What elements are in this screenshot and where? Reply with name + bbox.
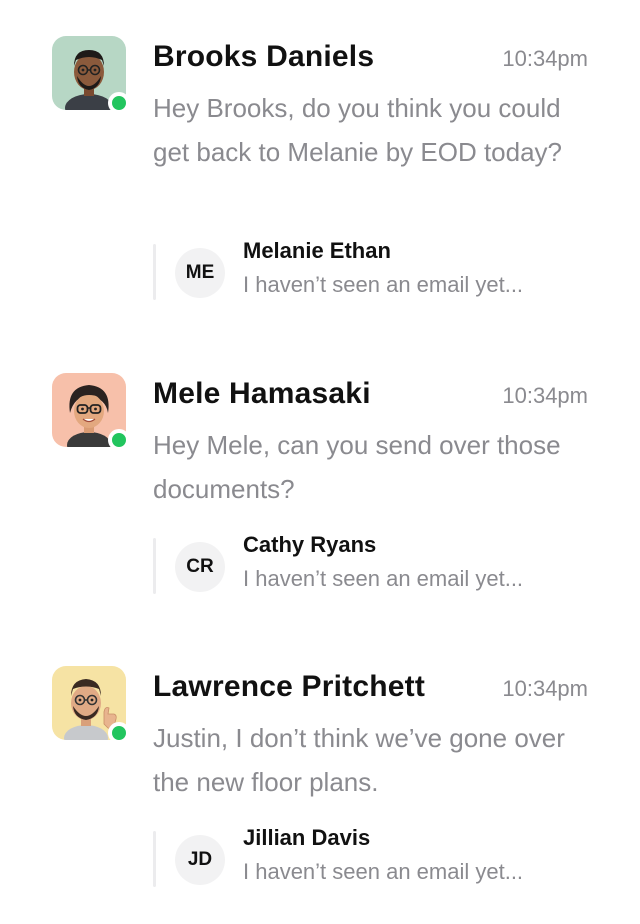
online-status-indicator bbox=[108, 722, 130, 744]
timestamp: 10:34pm bbox=[502, 383, 588, 408]
reply-author: Melanie Ethan bbox=[243, 238, 391, 263]
reply-snippet: I haven’t seen an email yet... bbox=[243, 272, 524, 297]
reply-divider bbox=[153, 538, 156, 594]
avatar[interactable] bbox=[52, 666, 130, 744]
message-preview: Hey Mele, can you send over those docume… bbox=[153, 430, 561, 504]
message-preview: Justin, I don’t think we’ve gone over th… bbox=[153, 723, 565, 797]
initials-avatar: JD bbox=[175, 835, 225, 885]
timestamp: 10:34pm bbox=[502, 676, 588, 701]
reply-divider bbox=[153, 244, 156, 300]
online-status-indicator bbox=[108, 92, 130, 114]
reply-divider bbox=[153, 831, 156, 887]
online-status-indicator bbox=[108, 429, 130, 451]
reply-author: Jillian Davis bbox=[243, 825, 371, 850]
reply-preview[interactable]: CR Cathy Ryans I haven’t seen an email y… bbox=[153, 532, 593, 596]
reply-author: Cathy Ryans bbox=[243, 532, 377, 557]
avatar[interactable] bbox=[52, 373, 130, 451]
conversation-list: Brooks Daniels 10:34pm Hey Brooks, do yo… bbox=[0, 0, 640, 924]
contact-name: Lawrence Pritchett bbox=[153, 670, 426, 703]
contact-name: Mele Hamasaki bbox=[153, 377, 371, 410]
initials-avatar: CR bbox=[175, 542, 225, 592]
reply-preview[interactable]: JD Jillian Davis I haven’t seen an email… bbox=[153, 825, 593, 889]
reply-snippet: I haven’t seen an email yet... bbox=[243, 566, 524, 591]
message-preview: Hey Brooks, do you think you could get b… bbox=[153, 93, 563, 167]
timestamp: 10:34pm bbox=[502, 46, 588, 71]
reply-snippet: I haven’t seen an email yet... bbox=[243, 859, 524, 884]
reply-preview[interactable]: ME Melanie Ethan I haven’t seen an email… bbox=[153, 238, 593, 302]
avatar[interactable] bbox=[52, 36, 130, 114]
contact-name: Brooks Daniels bbox=[153, 40, 375, 73]
initials-avatar: ME bbox=[175, 248, 225, 298]
